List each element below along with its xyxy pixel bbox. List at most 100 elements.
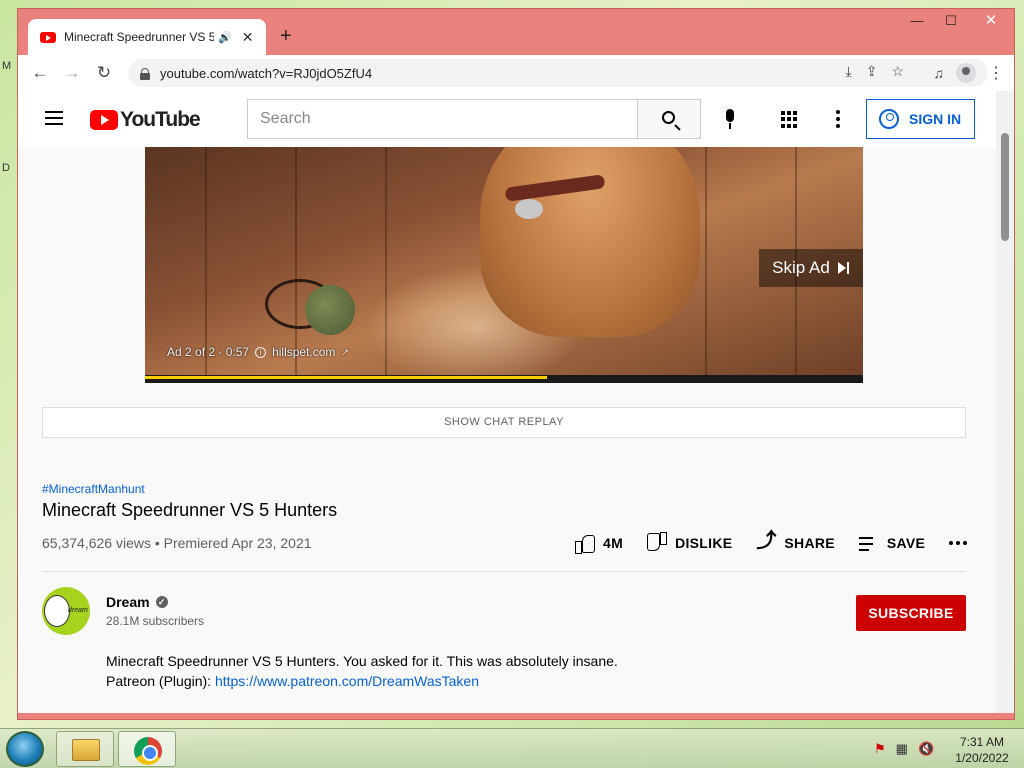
subscribe-button[interactable]: SUBSCRIBE (856, 595, 966, 631)
system-tray: ⚑ ▦ 🔇 (874, 741, 934, 757)
youtube-page: YouTube Search SIGN IN Skip Ad Ad 2 of 2… (18, 91, 1014, 713)
show-chat-replay-button[interactable]: SHOW CHAT REPLAY (42, 407, 966, 438)
subscriber-count: 28.1M subscribers (106, 614, 205, 628)
volume-muted-icon[interactable]: 🔇 (918, 741, 934, 757)
browser-menu-icon[interactable]: ⋮ (988, 63, 1004, 83)
share-label: SHARE (784, 535, 835, 551)
section-divider (42, 571, 966, 572)
external-link-icon[interactable]: ↗ (341, 347, 349, 358)
like-button[interactable]: 4M (575, 533, 624, 554)
skip-ad-button[interactable]: Skip Ad (759, 249, 863, 287)
save-button[interactable]: SAVE (858, 533, 926, 553)
avatar-logo-text: dream (68, 607, 88, 614)
channel-name[interactable]: Dream (106, 594, 150, 610)
dog-tag-image (515, 199, 543, 219)
start-button[interactable] (6, 731, 44, 767)
taskbar-explorer-button[interactable] (56, 731, 114, 767)
video-actions: 4M DISLIKE SHARE SAVE (575, 531, 970, 554)
url-text[interactable]: youtube.com/watch?v=RJ0jdO5ZfU4 (160, 66, 372, 81)
new-tab-button[interactable]: + (280, 25, 292, 47)
chrome-icon (134, 737, 162, 765)
browser-tab[interactable]: Minecraft Speedrunner VS 5 Hunters - You… (28, 19, 266, 55)
tennis-ball-image (305, 285, 355, 335)
view-count-date: 65,374,626 views • Premiered Apr 23, 202… (42, 535, 312, 551)
search-icon (662, 111, 675, 124)
sign-in-button[interactable]: SIGN IN (866, 99, 975, 139)
install-app-icon[interactable]: ⤓ (846, 63, 852, 80)
forward-button[interactable]: → (56, 63, 88, 83)
patreon-line: Patreon (Plugin): https://www.patreon.co… (106, 671, 618, 691)
save-label: SAVE (886, 535, 926, 551)
skip-ad-label: Skip Ad (772, 258, 830, 277)
patreon-label: Patreon (Plugin): (106, 673, 215, 689)
playlist-add-icon (858, 533, 879, 553)
desktop-letter-d: D (2, 162, 10, 174)
clock-date: 1/20/2022 (955, 751, 1009, 765)
flag-icon[interactable]: ⚑ (874, 741, 886, 757)
speaker-icon[interactable]: 🔊 (218, 31, 232, 44)
desktop-edge-labels: M D (0, 56, 14, 206)
video-title: Minecraft Speedrunner VS 5 Hunters (42, 500, 338, 520)
toolbar-icons: ♫ ⋮ (934, 63, 1004, 83)
windows-taskbar: ⚑ ▦ 🔇 7:31 AM 1/20/2022 (0, 728, 1024, 768)
reload-button[interactable]: ↻ (88, 63, 120, 83)
scrollbar-thumb[interactable] (1001, 133, 1009, 241)
system-clock[interactable]: 7:31 AM 1/20/2022 (950, 734, 1014, 766)
network-icon[interactable]: ▦ (896, 741, 908, 757)
description-line: Minecraft Speedrunner VS 5 Hunters. You … (106, 653, 618, 669)
advertiser-link[interactable]: hillspet.com (272, 345, 335, 359)
bookmark-star-icon[interactable]: ☆ (891, 63, 904, 80)
thumbs-up-icon (575, 533, 595, 554)
like-count: 4M (603, 535, 624, 551)
microphone-icon[interactable] (723, 109, 737, 131)
tab-close-icon[interactable]: ✕ (242, 29, 254, 46)
folder-icon (72, 739, 100, 761)
omnibox-actions: ⤓ ⇪ ☆ (846, 63, 905, 80)
channel-avatar[interactable]: dream (42, 587, 90, 635)
more-actions-icon[interactable] (949, 541, 970, 545)
hashtag-link[interactable]: #MinecraftManhunt (42, 482, 145, 496)
youtube-logo[interactable]: YouTube (90, 108, 201, 132)
share-button[interactable]: SHARE (756, 531, 835, 553)
share-arrow-icon (756, 531, 776, 553)
share-icon[interactable]: ⇪ (866, 63, 878, 80)
page-scrollbar[interactable] (996, 91, 1014, 713)
video-player[interactable]: Skip Ad Ad 2 of 2 · 0:57 i hillspet.com … (145, 147, 863, 375)
account-icon (879, 109, 899, 129)
browser-window: Minecraft Speedrunner VS 5 Hunters - You… (17, 8, 1015, 720)
close-window-button[interactable]: ✕ (968, 9, 1014, 33)
back-button[interactable]: ← (24, 63, 56, 83)
info-icon[interactable]: i (255, 346, 267, 358)
youtube-play-icon (90, 110, 118, 130)
window-controls: — ☐ ✕ (900, 9, 1014, 33)
hamburger-menu-icon[interactable] (45, 111, 63, 125)
ad-progress-bar[interactable] (145, 375, 863, 383)
youtube-header: YouTube Search SIGN IN (18, 91, 996, 147)
ad-counter: Ad 2 of 2 · 0:57 (167, 345, 250, 359)
minimize-button[interactable]: — (900, 9, 934, 33)
desktop-letter-m: M (2, 60, 12, 72)
video-description: Minecraft Speedrunner VS 5 Hunters. You … (106, 651, 618, 691)
channel-name-row[interactable]: Dream ✓ (106, 594, 168, 610)
tab-title: Minecraft Speedrunner VS 5 Hunters - You… (64, 30, 214, 44)
thumbs-down-icon (647, 533, 667, 553)
youtube-favicon-icon (40, 31, 56, 43)
dislike-label: DISLIKE (675, 535, 733, 551)
media-control-icon[interactable]: ♫ (934, 65, 945, 81)
verified-check-icon: ✓ (155, 596, 168, 608)
settings-menu-icon[interactable] (836, 110, 840, 131)
apps-grid-icon[interactable] (781, 111, 798, 128)
browser-toolbar: ← → ↻ youtube.com/watch?v=RJ0jdO5ZfU4 ⤓ … (18, 55, 1014, 91)
lock-icon[interactable] (140, 67, 150, 80)
maximize-button[interactable]: ☐ (934, 9, 968, 33)
search-input[interactable]: Search (247, 99, 638, 139)
search-button[interactable] (637, 99, 701, 139)
clock-time: 7:31 AM (959, 735, 1005, 749)
patreon-link[interactable]: https://www.patreon.com/DreamWasTaken (215, 673, 479, 689)
ad-progress-fill (145, 376, 548, 379)
taskbar-chrome-button[interactable] (118, 731, 176, 767)
sign-in-label: SIGN IN (909, 111, 962, 127)
profile-avatar-icon[interactable] (956, 63, 976, 83)
address-bar[interactable]: youtube.com/watch?v=RJ0jdO5ZfU4 ⤓ ⇪ ☆ (128, 59, 988, 87)
dislike-button[interactable]: DISLIKE (647, 533, 732, 553)
